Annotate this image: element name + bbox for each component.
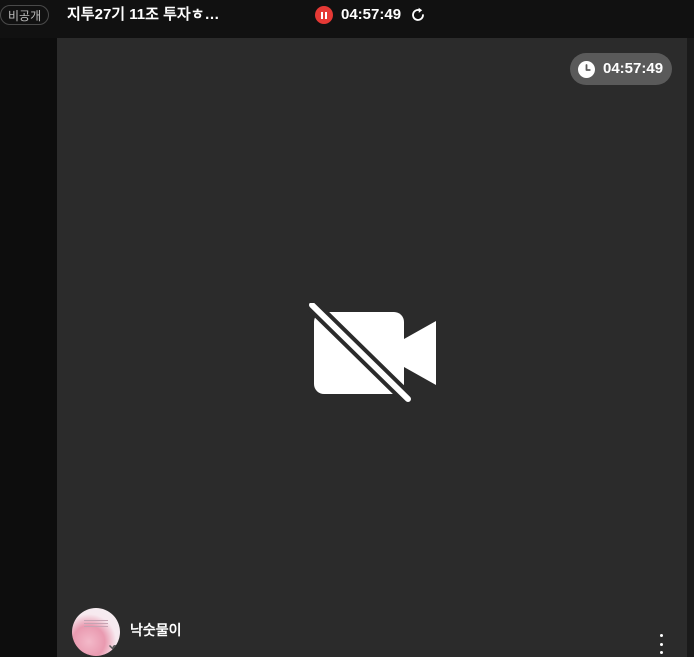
participant-info: 낙숫물이 bbox=[72, 608, 182, 656]
meeting-title: 지투27기 11조 투자ㅎ… bbox=[67, 6, 220, 23]
clock-icon bbox=[578, 60, 595, 78]
recording-status: 04:57:49 bbox=[315, 4, 426, 26]
recording-pause-icon[interactable] bbox=[315, 6, 333, 24]
more-options-icon[interactable] bbox=[655, 634, 667, 654]
video-off-icon bbox=[308, 303, 436, 403]
avatar bbox=[72, 608, 120, 656]
refresh-icon[interactable] bbox=[410, 7, 426, 23]
avatar-image bbox=[84, 618, 108, 630]
participant-video-tile[interactable]: 04:57:49 낙숫물이 bbox=[57, 38, 687, 657]
mic-off-icon bbox=[109, 645, 120, 656]
timer-text: 04:57:49 bbox=[603, 60, 664, 77]
participant-name: 낙숫물이 bbox=[130, 622, 182, 638]
right-edge bbox=[687, 38, 694, 657]
recording-time: 04:57:49 bbox=[341, 6, 402, 23]
meeting-window: 비공개 지투27기 11조 투자ㅎ… 04:57:49 04:57:49 낙숫물… bbox=[0, 0, 694, 657]
privacy-badge[interactable]: 비공개 bbox=[0, 5, 50, 25]
timer-badge: 04:57:49 bbox=[570, 53, 673, 85]
top-bar: 비공개 지투27기 11조 투자ㅎ… 04:57:49 bbox=[0, 0, 694, 34]
side-panel bbox=[0, 38, 57, 657]
